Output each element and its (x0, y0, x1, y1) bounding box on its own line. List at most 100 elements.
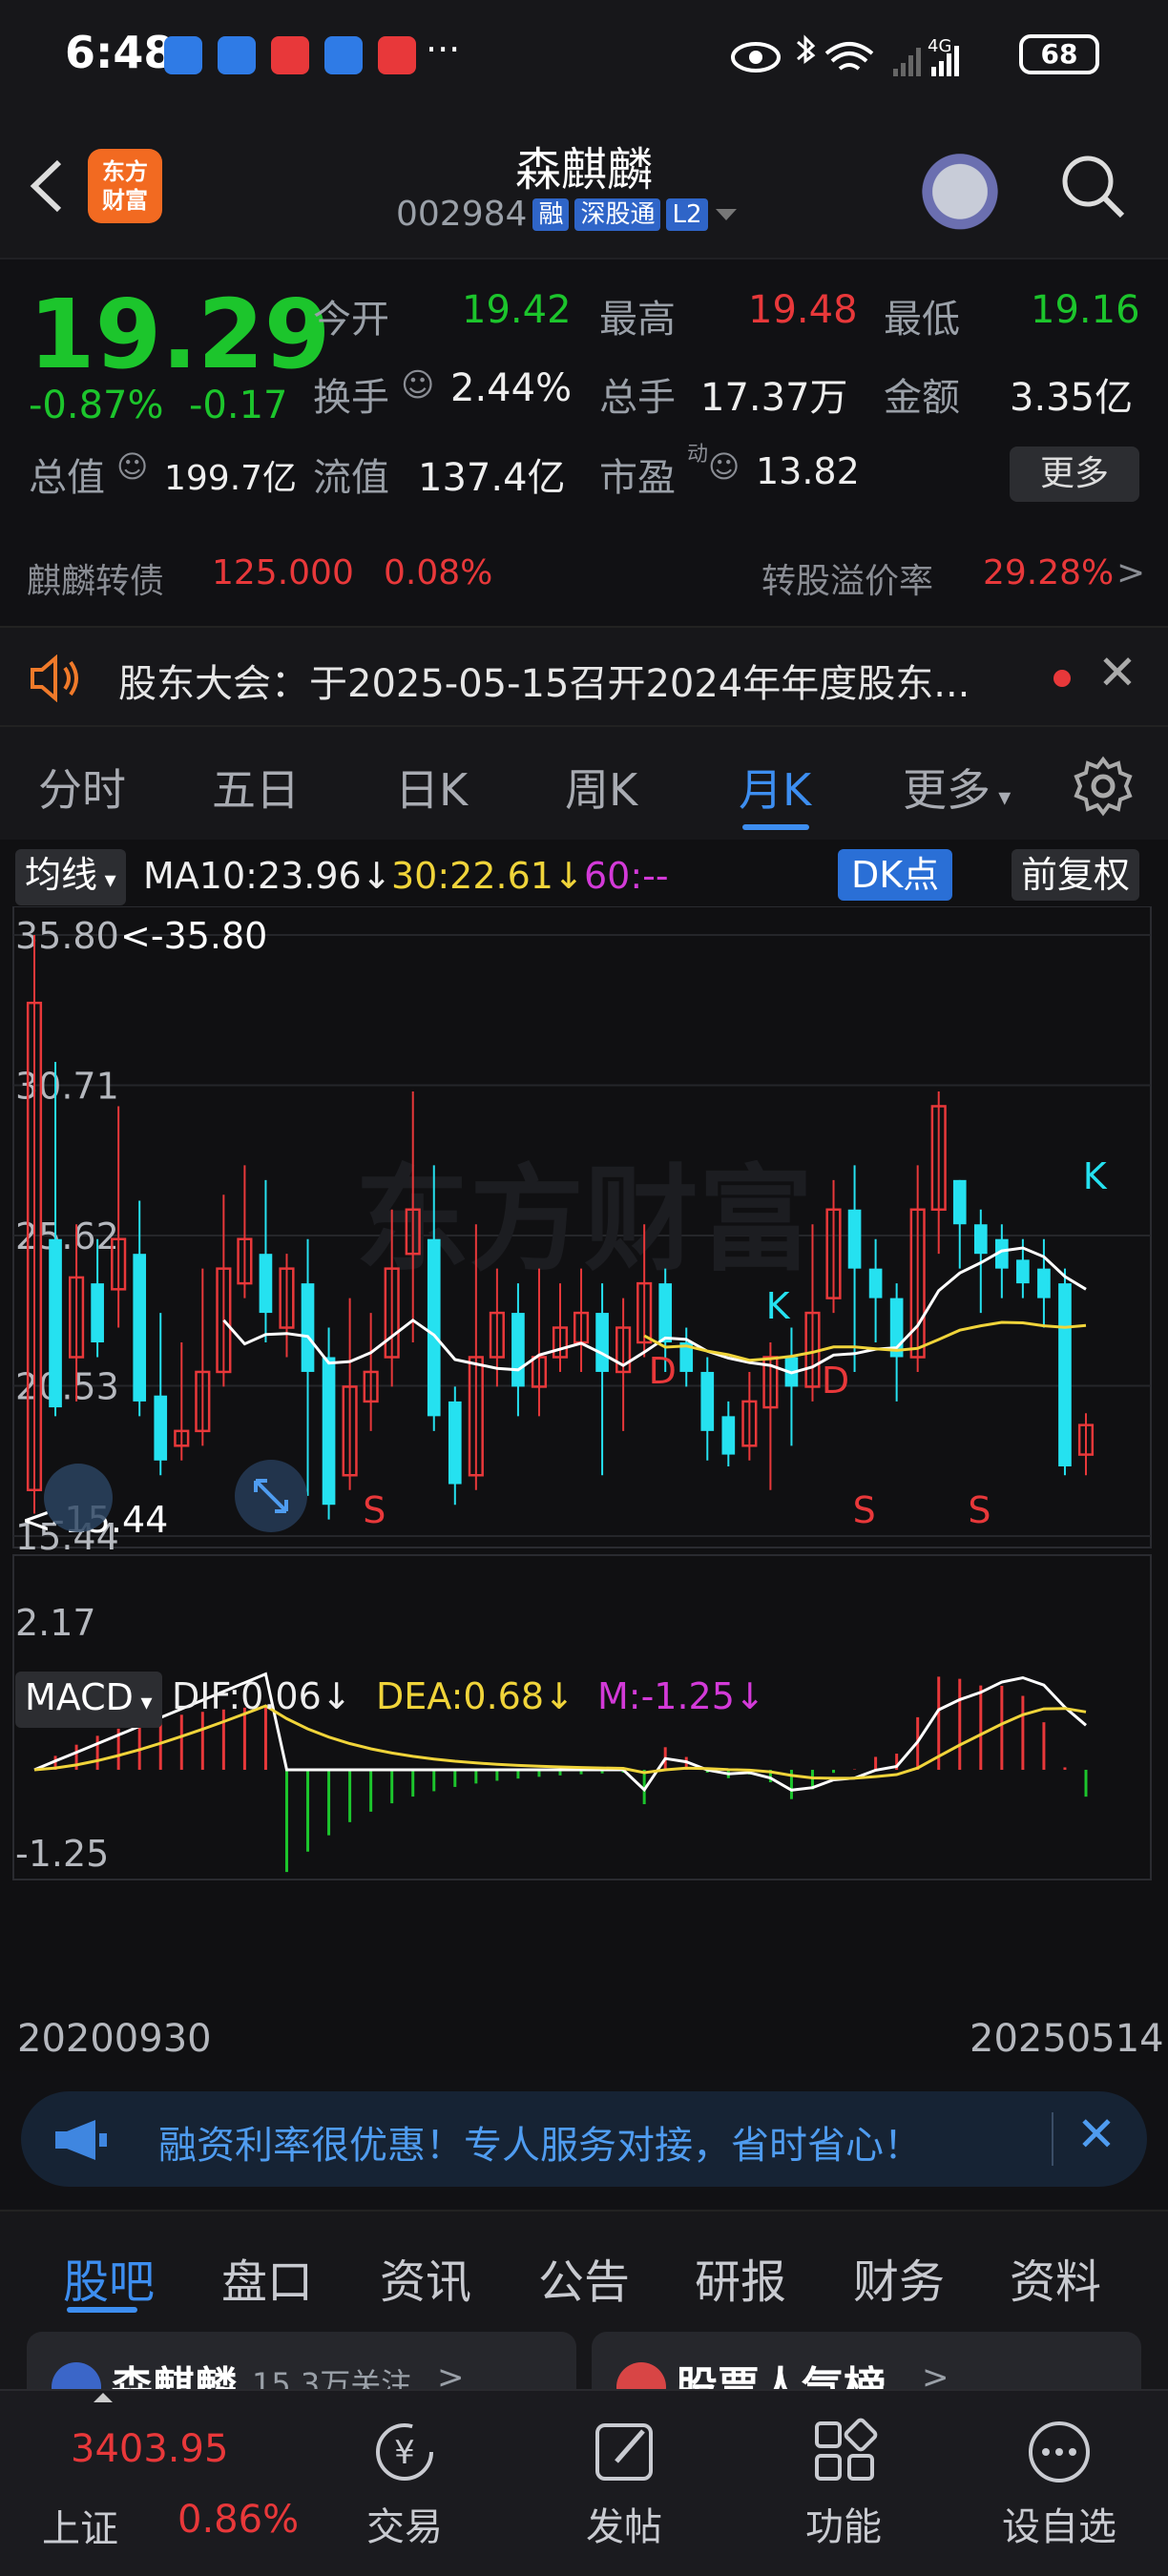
close-icon[interactable]: ✕ (1097, 645, 1137, 700)
connect-tag: 深股通 (574, 197, 661, 231)
active-tab-indicator (742, 824, 809, 830)
card-arrow: > (437, 2358, 465, 2389)
tab-announcements[interactable]: 公告 (538, 2244, 630, 2311)
speaker-icon (31, 654, 78, 702)
candle-body (427, 1238, 441, 1417)
candle-body (448, 1401, 462, 1485)
tab-forum[interactable]: 股吧 (63, 2244, 155, 2311)
popularity-card[interactable]: 股票人气榜 > (592, 2332, 1141, 2389)
wifi-icon (824, 42, 874, 71)
nav-add-watchlist[interactable]: 设自选 (983, 2391, 1136, 2576)
notice-bar[interactable]: 股东大会：于2025-05-15召开2024年年度股东... ✕ (0, 626, 1168, 727)
caret-down-icon (715, 208, 737, 220)
low-value: 19.16 (1031, 288, 1140, 332)
volume-value: 17.37万 (700, 376, 848, 420)
open-value: 19.42 (462, 288, 572, 332)
premium-value: 29.28% (983, 553, 1115, 592)
notice-text: 股东大会：于2025-05-15召开2024年年度股东... (118, 662, 970, 706)
close-icon[interactable]: ✕ (1076, 2107, 1116, 2162)
unread-dot (1053, 670, 1071, 687)
index-value: 3403.95 (71, 2427, 229, 2471)
level2-tag: L2 (666, 197, 708, 231)
nav-post[interactable]: 发帖 (548, 2391, 700, 2576)
change-percent: -0.87% (29, 384, 164, 427)
edit-icon (595, 2423, 653, 2481)
nav-functions[interactable]: 功能 (767, 2391, 920, 2576)
stock-header: 东方 财富 森麒麟 002984 融 深股通 L2 (0, 114, 1168, 258)
ma-selector[interactable]: 均线 ▾ (15, 849, 126, 905)
pe-superscript: 动 (687, 443, 709, 467)
last-price: 19.29 (29, 279, 331, 390)
grid-icon (815, 2418, 878, 2481)
caret-down-icon: ▾ (133, 1689, 153, 1715)
float-label: 流值 (313, 456, 389, 500)
tab-five-day[interactable]: 五日 (212, 756, 300, 819)
tab-financials[interactable]: 财务 (853, 2244, 945, 2311)
index-ticker[interactable]: 3403.95 上证 0.86% (0, 2391, 299, 2576)
bond-name[interactable]: 麒麟转债 (27, 553, 164, 603)
dk-marker: S (363, 1489, 386, 1531)
candlestick-chart[interactable]: 35.8030.7125.6220.5315.44东方财富<-35.80<-15… (0, 906, 1168, 2070)
battery-indicator: 68 (1019, 34, 1099, 74)
info-icon[interactable]: ☺ (116, 448, 148, 485)
adjust-button[interactable]: 前复权 (1012, 849, 1140, 901)
x-start-label: 20200930 (17, 2017, 212, 2061)
tab-profile[interactable]: 资料 (1010, 2244, 1101, 2311)
macd-selector[interactable]: MACD ▾ (15, 1672, 162, 1728)
status-icons: 4G (731, 34, 959, 76)
candle-body (952, 1179, 967, 1225)
candle-body (847, 1209, 862, 1269)
tab-monthly-k[interactable]: 月K (739, 756, 811, 819)
dk-marker: K (1083, 1155, 1108, 1197)
nav-trade[interactable]: ¥ 交易 (328, 2391, 481, 2576)
tab-research[interactable]: 研报 (695, 2244, 786, 2311)
dif-value: DIF:0.06↓ (172, 1675, 352, 1717)
m-value: M:-1.25↓ (597, 1675, 765, 1717)
bluetooth-icon (797, 34, 816, 64)
more-notifications-icon: ··· (426, 29, 461, 71)
gear-icon[interactable] (1073, 756, 1134, 817)
stock-code-row[interactable]: 002984 融 深股通 L2 (396, 195, 739, 234)
info-icon[interactable]: ☺ (401, 366, 434, 405)
tab-order-book[interactable]: 盘口 (221, 2244, 313, 2311)
premium-arrow: > (1116, 553, 1146, 592)
chart-area[interactable]: 均线 ▾ MA10:23.96↓ 30:22.61↓ 60:-- DK点 前复权… (0, 840, 1168, 2070)
info-icon[interactable]: ☺ (708, 448, 740, 485)
x-end-label: 20250514 (970, 2017, 1164, 2061)
dk-point-button[interactable]: DK点 (838, 849, 953, 901)
candle-body (133, 1254, 147, 1402)
tab-news[interactable]: 资讯 (380, 2244, 471, 2311)
ma30-line (643, 1320, 1087, 1362)
premium-label[interactable]: 转股溢价率 (761, 553, 933, 603)
more-button[interactable]: 更多 (1010, 447, 1139, 502)
tab-daily-k[interactable]: 日K (395, 756, 468, 819)
promo-banner[interactable]: 融资利率很优惠！专人服务对接，省时省心！ ✕ (21, 2091, 1147, 2187)
app-notification-icon (164, 36, 202, 74)
candle-body (658, 1283, 673, 1343)
dk-marker: S (968, 1489, 991, 1531)
dea-value: DEA:0.68↓ (376, 1675, 574, 1717)
app-notification-icon (218, 36, 256, 74)
chart-bars-icon (616, 2362, 666, 2389)
margin-tag: 融 (532, 197, 570, 231)
candle-body (1016, 1259, 1030, 1284)
card-title: 森麒麟 (111, 2363, 237, 2389)
mcap-label: 总值 (29, 456, 105, 500)
pe-value: 13.82 (756, 450, 860, 492)
change-value: -0.17 (189, 384, 288, 427)
search-icon[interactable] (1059, 153, 1126, 219)
y-tick-label: 30.71 (15, 1066, 119, 1108)
tab-more[interactable]: 更多 ▾ (903, 756, 1011, 819)
candle-body (49, 1238, 62, 1408)
high-value: 19.48 (748, 288, 858, 332)
turnover-label: 换手 (313, 376, 389, 420)
promo-text: 融资利率很优惠！专人服务对接，省时省心！ (158, 2124, 922, 2168)
tab-intraday[interactable]: 分时 (38, 756, 126, 819)
index-pct: 0.86% (177, 2498, 300, 2542)
tab-weekly-k[interactable]: 周K (565, 756, 637, 819)
forum-card[interactable]: 森麒麟 15.3万关注 > (27, 2332, 576, 2389)
dk-marker: D (822, 1360, 849, 1402)
divider (1052, 2112, 1053, 2166)
assistant-avatar-icon[interactable] (914, 141, 1006, 233)
turnover-value: 2.44% (450, 366, 573, 410)
